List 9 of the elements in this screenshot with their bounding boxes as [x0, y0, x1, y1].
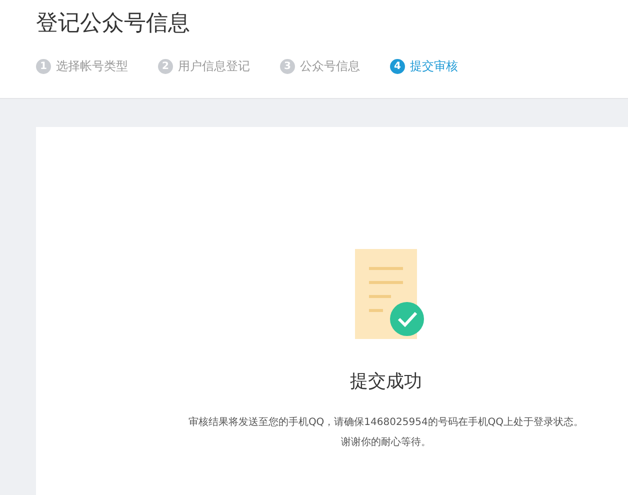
step-label[interactable]: 用户信息登记 — [178, 58, 250, 75]
step-label[interactable]: 公众号信息 — [300, 58, 360, 75]
success-heading: 提交成功 — [350, 370, 422, 393]
step-label[interactable]: 提交审核 — [410, 58, 458, 75]
result-message: 审核结果将发送至您的手机QQ，请确保1468025954的号码在手机QQ上处于登录状态。 — [188, 416, 584, 430]
page-title: 登记公众号信息 — [36, 10, 191, 38]
step-label[interactable]: 选择帐号类型 — [56, 58, 128, 75]
thanks-note: 谢谢你的耐心等待。 — [341, 436, 431, 450]
step-number-badge: 4 — [390, 59, 405, 74]
